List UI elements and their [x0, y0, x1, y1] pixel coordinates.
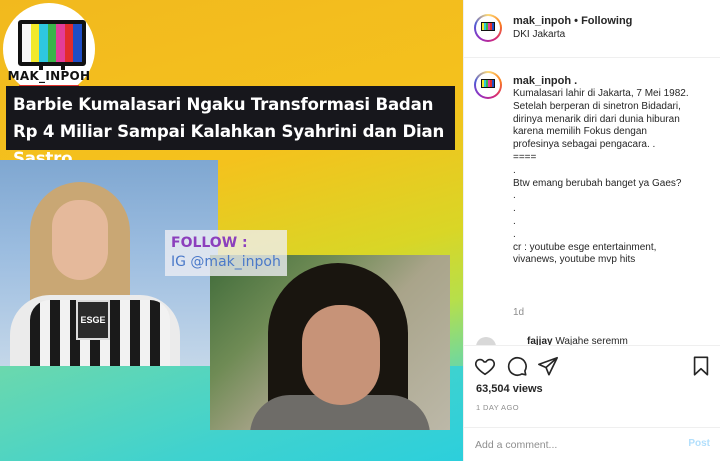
caption-line: cr : youtube esge entertainment,: [513, 241, 657, 253]
post-media[interactable]: MAK_INPOH Barbie Kumalasari Ngaku Transf…: [0, 0, 463, 461]
caption-line: profesinya sebagai pengacara. .: [513, 139, 656, 151]
caption-avatar[interactable]: [474, 71, 502, 99]
photo-actress: [210, 255, 450, 430]
logo-text: MAK_INPOH: [7, 69, 91, 83]
caption-username-line: mak_inpoh .: [513, 75, 577, 87]
share-icon[interactable]: [537, 355, 559, 377]
follow-label: FOLLOW :: [171, 235, 248, 251]
caption-line: ====: [513, 151, 537, 163]
brand-logo: MAK_INPOH: [3, 3, 95, 95]
caption-line: .: [513, 164, 516, 176]
caption-suffix: .: [571, 75, 578, 87]
reply-comment: fajjay Wajahe seremm: [527, 336, 628, 345]
caption-text: Kumalasari lahir di Jakarta, 7 Mei 1982.…: [513, 88, 713, 267]
caption-line: .: [513, 228, 516, 240]
reply-body: Wajahe seremm: [555, 336, 628, 345]
header-username[interactable]: mak_inpoh: [513, 15, 571, 27]
microphone: ESGE: [76, 300, 110, 340]
caption-username[interactable]: mak_inpoh: [513, 75, 571, 87]
caption-timestamp[interactable]: 1d: [513, 307, 524, 318]
post-actions: 63,504 views 1 DAY AGO Post: [464, 345, 720, 460]
caption-line: Setelah berperan di sinetron Bidadari,: [513, 100, 681, 112]
caption-line: karena memilih Fokus dengan: [513, 126, 647, 138]
caption-line: dirinya menarik diri dari dunia hiburan: [513, 113, 680, 125]
reply-username[interactable]: fajjay: [527, 336, 553, 345]
comment-icon[interactable]: [506, 355, 528, 377]
bookmark-icon[interactable]: [690, 355, 712, 377]
reply-avatar[interactable]: [476, 337, 496, 345]
post-header: mak_inpoh • Following DKI Jakarta: [464, 0, 720, 58]
view-count[interactable]: 63,504 views: [476, 383, 543, 395]
comment-bar: Post: [464, 427, 720, 461]
follow-overlay: FOLLOW : IG @mak_inpoh: [165, 230, 287, 276]
caption-line: Kumalasari lahir di Jakarta, 7 Mei 1982.: [513, 88, 689, 99]
avatar[interactable]: [474, 14, 502, 42]
header-user-line: mak_inpoh • Following: [513, 15, 632, 27]
caption-line: .: [513, 215, 516, 227]
caption-line: .: [513, 203, 516, 215]
caption-line: .: [513, 190, 516, 202]
tv-icon: [18, 20, 86, 66]
header-separator: •: [574, 15, 578, 27]
follow-handle: IG @mak_inpoh: [171, 254, 281, 270]
location-link[interactable]: DKI Jakarta: [513, 29, 565, 40]
post-button[interactable]: Post: [688, 438, 710, 449]
heart-icon[interactable]: [474, 355, 496, 377]
media-headline: Barbie Kumalasari Ngaku Transformasi Bad…: [6, 86, 455, 168]
post-sidebar: mak_inpoh • Following DKI Jakarta mak_in…: [463, 0, 720, 461]
caption-line: vivanews, youtube mvp hits: [513, 254, 636, 266]
tv-icon: [481, 22, 495, 31]
tv-icon: [481, 79, 495, 88]
comments-section[interactable]: mak_inpoh . Kumalasari lahir di Jakarta,…: [464, 59, 720, 345]
follow-button[interactable]: Following: [581, 15, 632, 27]
comment-input[interactable]: [475, 435, 675, 455]
caption-line: Btw emang berubah banget ya Gaes?: [513, 177, 682, 189]
post-age[interactable]: 1 DAY AGO: [476, 403, 519, 412]
